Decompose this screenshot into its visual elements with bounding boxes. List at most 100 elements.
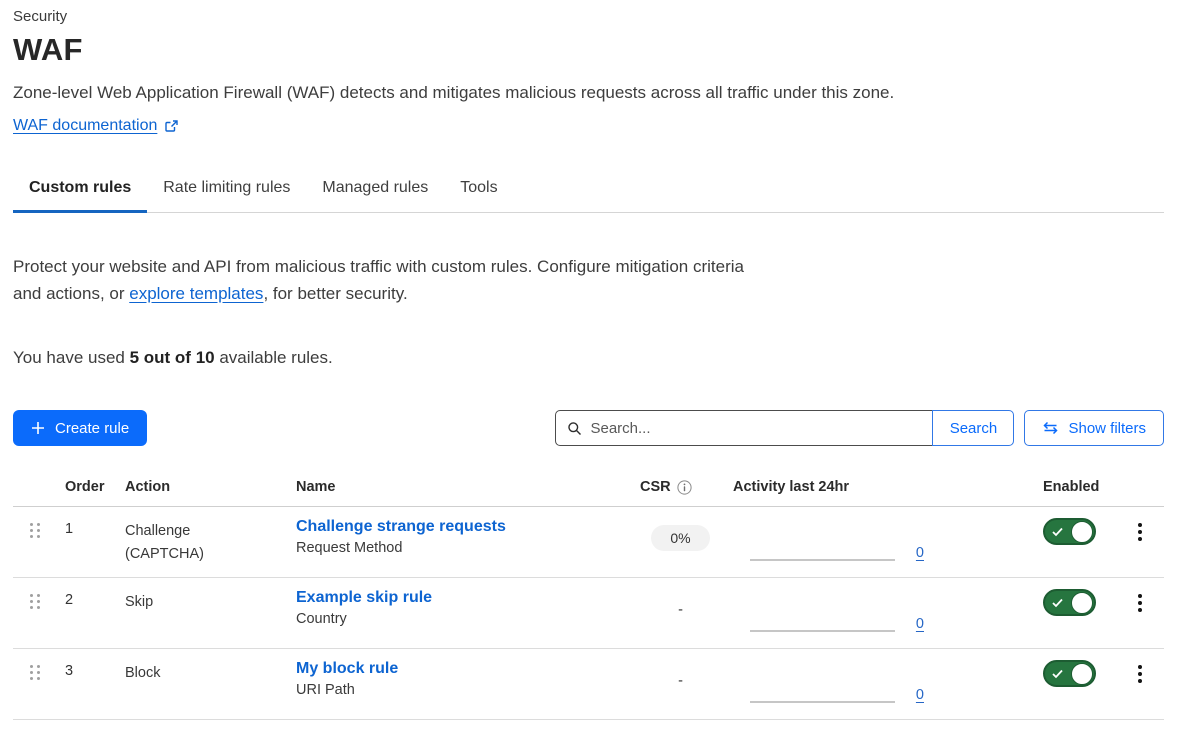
- rule-name-cell: Example skip rule Country: [296, 578, 628, 648]
- page-description: Zone-level Web Application Firewall (WAF…: [13, 83, 1164, 103]
- show-filters-label: Show filters: [1068, 420, 1146, 437]
- usage-suffix: available rules.: [215, 348, 333, 367]
- activity-count-link[interactable]: 0: [916, 687, 924, 703]
- menu-column-header: [1116, 473, 1164, 506]
- plus-icon: [31, 421, 45, 435]
- toggle-knob: [1071, 663, 1093, 685]
- doc-link-row: WAF documentation: [13, 117, 1164, 135]
- breadcrumb: Security: [13, 8, 1164, 25]
- tab-tools[interactable]: Tools: [444, 167, 513, 213]
- rule-action-line1: Block: [125, 662, 286, 685]
- table-row: 3 Block My block rule URI Path - 0: [13, 649, 1164, 720]
- row-spacer: [938, 578, 1038, 648]
- rule-csr-cell: 0%: [628, 507, 733, 577]
- rule-activity-cell: 0: [733, 507, 938, 577]
- custom-rules-table: Order Action Name CSR Activity last 24hr…: [13, 473, 1164, 720]
- rule-csr-cell: -: [628, 578, 733, 648]
- drag-handle-icon: [30, 523, 40, 538]
- rule-order: 1: [63, 507, 123, 577]
- csr-value: -: [678, 667, 683, 689]
- tab-custom-rules[interactable]: Custom rules: [13, 167, 147, 213]
- usage-prefix: You have used: [13, 348, 130, 367]
- usage-count: 5 out of 10: [130, 348, 215, 367]
- rule-enabled-cell: [1038, 649, 1116, 719]
- rule-name-cell: Challenge strange requests Request Metho…: [296, 507, 628, 577]
- kebab-menu-button[interactable]: [1132, 519, 1148, 577]
- drag-handle[interactable]: [13, 578, 63, 648]
- name-column-header: Name: [296, 473, 628, 506]
- order-column-header: Order: [63, 473, 123, 506]
- search-button[interactable]: Search: [932, 410, 1014, 446]
- kebab-menu-button[interactable]: [1132, 590, 1148, 648]
- page-title: WAF: [13, 32, 1164, 68]
- search-group: Search Show filters: [555, 410, 1164, 446]
- drag-handle[interactable]: [13, 649, 63, 719]
- toggle-knob: [1071, 521, 1093, 543]
- csr-value: -: [678, 596, 683, 618]
- rule-enabled-cell: [1038, 578, 1116, 648]
- search-icon: [567, 421, 582, 436]
- csr-badge: 0%: [651, 525, 709, 551]
- rule-enabled-cell: [1038, 507, 1116, 577]
- kebab-menu-button[interactable]: [1132, 661, 1148, 719]
- rule-activity-cell: 0: [733, 578, 938, 648]
- drag-handle-icon: [30, 594, 40, 609]
- rule-name-link[interactable]: My block rule: [296, 660, 398, 677]
- check-icon: [1052, 527, 1063, 536]
- action-column-header: Action: [123, 473, 296, 506]
- rule-menu-cell: [1116, 507, 1164, 577]
- activity-count-link[interactable]: 0: [916, 616, 924, 632]
- enabled-toggle[interactable]: [1043, 660, 1096, 687]
- rule-action-line1: Challenge: [125, 520, 286, 543]
- rule-order: 2: [63, 578, 123, 648]
- toggle-knob: [1071, 592, 1093, 614]
- row-spacer: [938, 507, 1038, 577]
- rule-name-link[interactable]: Example skip rule: [296, 589, 432, 606]
- rule-csr-cell: -: [628, 649, 733, 719]
- drag-column-header: [13, 473, 63, 506]
- activity-column-header: Activity last 24hr: [733, 473, 938, 506]
- search-box: [555, 410, 933, 446]
- enabled-toggle[interactable]: [1043, 589, 1096, 616]
- rule-action: Skip: [123, 578, 296, 648]
- rule-name-link[interactable]: Challenge strange requests: [296, 518, 506, 535]
- rule-field: Request Method: [296, 540, 618, 556]
- activity-count-link[interactable]: 0: [916, 545, 924, 561]
- search-input[interactable]: [590, 420, 921, 437]
- rule-action: Challenge (CAPTCHA): [123, 507, 296, 577]
- waf-page: Security WAF Zone-level Web Application …: [13, 8, 1164, 740]
- check-icon: [1052, 669, 1063, 678]
- csr-info-icon[interactable]: [677, 480, 692, 495]
- tab-rate-limiting-rules[interactable]: Rate limiting rules: [147, 167, 306, 213]
- drag-handle[interactable]: [13, 507, 63, 577]
- rules-toolbar: Create rule Search: [13, 410, 1164, 446]
- filter-arrows-icon: [1042, 421, 1059, 435]
- row-spacer: [938, 649, 1038, 719]
- explore-templates-link[interactable]: explore templates: [129, 284, 263, 303]
- table-row: 2 Skip Example skip rule Country - 0: [13, 578, 1164, 649]
- enabled-column-header: Enabled: [1038, 473, 1116, 506]
- table-row: 1 Challenge (CAPTCHA) Challenge strange …: [13, 507, 1164, 578]
- rule-action: Block: [123, 649, 296, 719]
- spacer-column-header: [938, 473, 1038, 506]
- create-rule-button[interactable]: Create rule: [13, 410, 147, 446]
- tab-bar: Custom rules Rate limiting rules Managed…: [13, 167, 1164, 213]
- drag-handle-icon: [30, 665, 40, 680]
- enabled-toggle[interactable]: [1043, 518, 1096, 545]
- rule-action-line2: (CAPTCHA): [125, 543, 286, 566]
- activity-sparkline: [750, 701, 895, 703]
- show-filters-button[interactable]: Show filters: [1024, 410, 1164, 446]
- waf-documentation-link[interactable]: WAF documentation: [13, 117, 157, 135]
- rule-order: 3: [63, 649, 123, 719]
- check-icon: [1052, 598, 1063, 607]
- rule-field: Country: [296, 611, 618, 627]
- rule-activity-cell: 0: [733, 649, 938, 719]
- intro-paragraph: Protect your website and API from malici…: [13, 253, 755, 307]
- tab-managed-rules[interactable]: Managed rules: [306, 167, 444, 213]
- rule-action-line1: Skip: [125, 591, 286, 614]
- external-link-icon: [164, 119, 179, 134]
- csr-column-header: CSR: [628, 473, 733, 506]
- create-rule-label: Create rule: [55, 420, 129, 437]
- table-header-row: Order Action Name CSR Activity last 24hr…: [13, 473, 1164, 507]
- csr-header-label: CSR: [640, 479, 671, 495]
